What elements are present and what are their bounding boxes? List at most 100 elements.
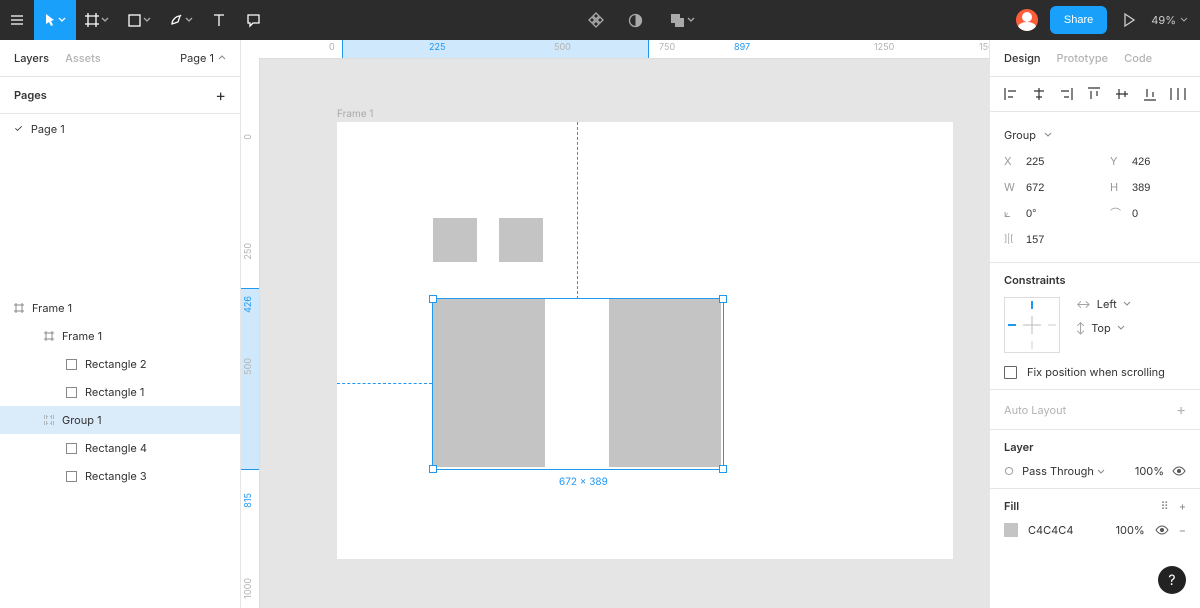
layer-row-group[interactable]: Group 1 [0,406,240,434]
canvas-frame-label[interactable]: Frame 1 [337,108,373,120]
fix-position-label: Fix position when scrolling [1027,365,1165,379]
layer-opacity-input[interactable]: 100% [1135,464,1164,478]
move-tool-button[interactable] [34,0,76,40]
canvas-rectangle[interactable] [499,218,543,262]
check-icon: ✓ [14,123,23,135]
fill-style-icon[interactable]: ⠿ [1161,499,1169,513]
auto-layout-label: Auto Layout [1004,403,1066,417]
align-vcenter-icon[interactable] [1115,87,1129,101]
zoom-dropdown[interactable]: 49% [1151,13,1188,27]
layer-label: Rectangle 2 [85,357,147,371]
right-panel: Design Prototype Code Group X Y [989,40,1200,608]
page-row[interactable]: ✓ Page 1 [0,114,240,144]
layer-label: Frame 1 [32,301,72,315]
layer-row-rect[interactable]: Rectangle 2 [0,350,240,378]
fill-hex-input[interactable]: C4C4C4 [1028,523,1073,537]
selection-type-label: Group [1004,128,1036,142]
rectangle-icon [66,387,77,398]
visibility-icon[interactable] [1172,464,1186,478]
blend-mode-label: Pass Through [1022,464,1094,478]
rotation-input[interactable] [1024,207,1084,221]
tab-layers[interactable]: Layers [14,51,49,65]
selection-dimensions: 672 × 389 [559,476,608,488]
ruler-tick: 225 [429,42,445,53]
page-selector[interactable]: Page 1 [180,51,226,65]
align-top-icon[interactable] [1087,87,1101,101]
gap-icon: ]|[ [1004,234,1016,245]
frame-icon [14,303,24,313]
constraint-v-dropdown[interactable]: ↕Top [1076,321,1131,335]
fix-position-checkbox[interactable]: Fix position when scrolling [1004,365,1186,379]
align-right-icon[interactable] [1059,87,1073,101]
remove-fill-button[interactable]: − [1179,523,1186,537]
add-fill-button[interactable]: + [1179,499,1186,513]
constraint-h-dropdown[interactable]: ↔Left [1076,297,1131,311]
constraints-heading: Constraints [1004,273,1186,287]
gap-input[interactable] [1024,233,1084,247]
fill-opacity-input[interactable]: 100% [1116,523,1145,537]
distribute-icon[interactable] [1170,87,1186,101]
layer-row-rect[interactable]: Rectangle 3 [0,462,240,490]
layer-label: Group 1 [62,413,102,427]
comment-tool-button[interactable] [236,0,270,40]
layer-label: Frame 1 [62,329,102,343]
align-bottom-icon[interactable] [1143,87,1157,101]
pen-tool-button[interactable] [160,0,202,40]
user-avatar[interactable] [1016,9,1038,31]
radius-icon: ⌒ [1110,205,1122,221]
constraints-widget[interactable] [1004,297,1060,353]
frame-tool-button[interactable] [76,0,118,40]
boolean-ops-button[interactable] [666,0,700,40]
radius-input[interactable] [1130,207,1190,221]
text-tool-button[interactable] [202,0,236,40]
hamburger-menu-button[interactable] [0,0,34,40]
layer-row-frame[interactable]: Frame 1 [0,294,240,322]
x-input[interactable] [1024,155,1084,169]
ruler-tick: 500 [243,358,254,375]
visibility-icon[interactable] [1155,523,1169,537]
group-icon [44,415,54,425]
w-input[interactable] [1024,181,1084,195]
y-input[interactable] [1130,155,1190,169]
canvas-rectangle[interactable] [433,218,477,262]
fill-swatch[interactable] [1004,523,1018,537]
page-name: Page 1 [31,122,65,136]
rectangle-icon [66,443,77,454]
resize-handle[interactable] [719,465,727,473]
help-button[interactable]: ? [1158,566,1186,594]
checkbox-icon [1004,366,1017,379]
canvas[interactable]: 0 225 500 750 897 1250 1500 0 250 426 50… [241,40,989,608]
layer-row-frame[interactable]: Frame 1 [0,322,240,350]
tab-assets[interactable]: Assets [65,51,101,65]
h-label: H [1110,180,1122,194]
selection-type[interactable]: Group [1004,122,1186,148]
share-button[interactable]: Share [1050,6,1107,34]
tab-code[interactable]: Code [1124,51,1152,65]
add-page-button[interactable]: + [215,85,226,105]
resize-handle[interactable] [719,295,727,303]
components-icon[interactable] [586,0,606,40]
layer-row-rect[interactable]: Rectangle 1 [0,378,240,406]
present-button[interactable] [1119,0,1139,40]
h-input[interactable] [1130,181,1190,195]
blend-mode-dropdown[interactable]: Pass Through [1022,464,1105,478]
resize-handle[interactable] [429,465,437,473]
add-auto-layout-button[interactable]: + [1176,400,1186,419]
tab-prototype[interactable]: Prototype [1057,51,1109,65]
ruler-tick: 1500 [979,42,989,53]
auto-layout-section[interactable]: Auto Layout + [990,390,1200,430]
ruler-tick: 1250 [874,42,894,53]
shape-tool-button[interactable] [118,0,160,40]
resize-handle[interactable] [429,295,437,303]
layer-row-rect[interactable]: Rectangle 4 [0,434,240,462]
mask-icon[interactable] [626,0,646,40]
selection-box[interactable] [432,298,724,470]
align-hcenter-icon[interactable] [1032,87,1046,101]
constraint-v-label: Top [1091,321,1111,335]
tab-design[interactable]: Design [1004,51,1041,65]
ruler-tick: 426 [243,296,254,313]
layer-label: Rectangle 3 [85,469,147,483]
rectangle-icon [66,471,77,482]
ruler-corner [241,40,260,59]
align-left-icon[interactable] [1004,87,1018,101]
